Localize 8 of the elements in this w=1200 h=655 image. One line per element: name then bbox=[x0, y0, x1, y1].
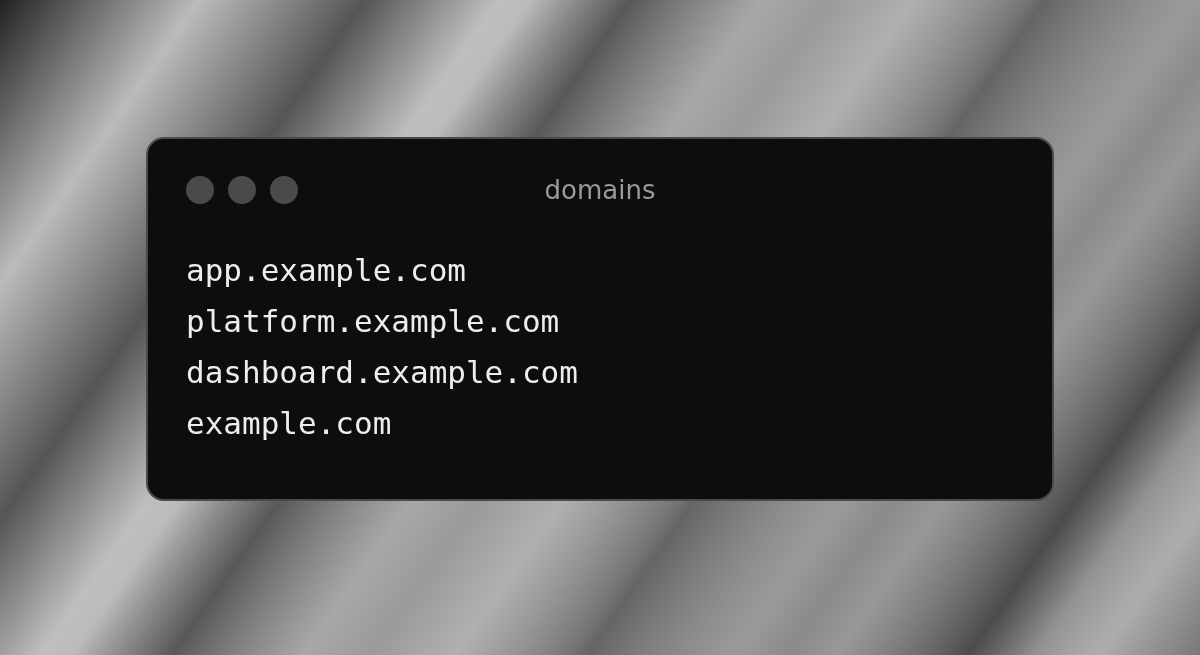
domain-line: platform.example.com bbox=[186, 301, 560, 341]
window-control-dot[interactable] bbox=[228, 175, 256, 204]
domain-line: app.example.com bbox=[186, 250, 466, 290]
window-title: domains bbox=[544, 174, 656, 205]
domain-line: example.com bbox=[186, 403, 392, 443]
window-control-dot[interactable] bbox=[270, 175, 298, 204]
window-control-dot[interactable] bbox=[186, 175, 214, 204]
domain-line: dashboard.example.com bbox=[186, 352, 578, 392]
